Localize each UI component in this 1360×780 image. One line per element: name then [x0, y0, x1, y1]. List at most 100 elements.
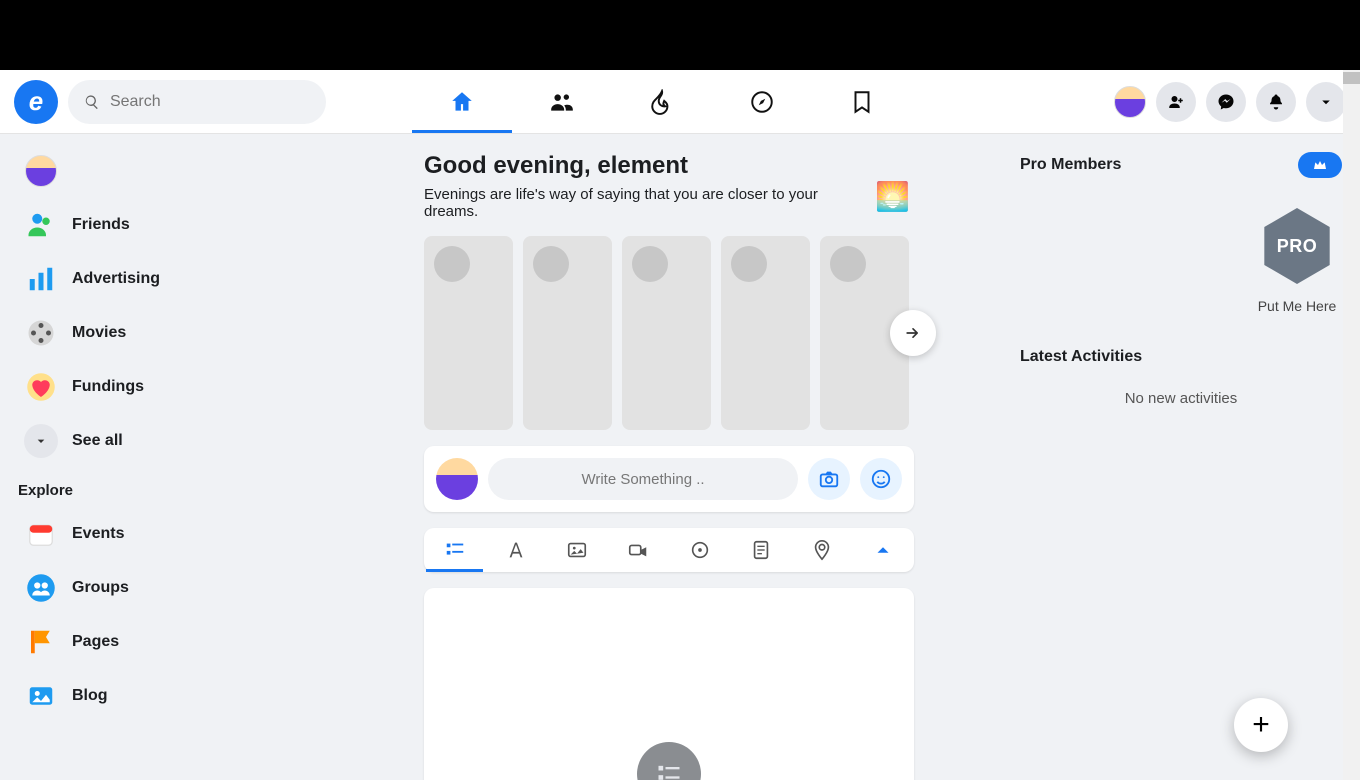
left-sidebar: Friends Advertising Movies Fundings See … [0, 134, 288, 780]
pro-members-header: Pro Members [1020, 152, 1342, 178]
bell-icon [1267, 93, 1285, 111]
chevron-up-icon [872, 539, 894, 561]
sidebar-item-label: Advertising [72, 270, 160, 288]
story-avatar [533, 246, 569, 282]
sidebar-pages[interactable]: Pages [6, 615, 282, 669]
home-icon [449, 89, 475, 115]
heart-icon [24, 370, 58, 404]
story-avatar [632, 246, 668, 282]
messages-button[interactable] [1206, 82, 1246, 122]
sidebar-movies[interactable]: Movies [6, 306, 282, 360]
video-icon [627, 539, 649, 561]
sunset-icon: 🌅 [875, 183, 910, 211]
main-nav-tabs [412, 70, 912, 133]
compass-icon [749, 89, 775, 115]
crown-icon [1312, 157, 1328, 173]
feed-tab-collapse[interactable] [853, 528, 914, 572]
chart-bars-icon [24, 262, 58, 296]
chevron-down-icon [24, 424, 58, 458]
pro-crown-badge[interactable] [1298, 152, 1342, 178]
friends-icon [24, 208, 58, 242]
people-icon [549, 89, 575, 115]
empty-list-icon [637, 742, 701, 780]
bookmark-icon [849, 89, 875, 115]
flag-icon [24, 625, 58, 659]
explore-header: Explore [0, 468, 288, 507]
list-icon [444, 539, 466, 561]
add-friend-icon [1167, 93, 1185, 111]
feed-tab-videos[interactable] [608, 528, 669, 572]
sidebar-friends[interactable]: Friends [6, 198, 282, 252]
search-input[interactable] [110, 93, 310, 111]
nav-saved[interactable] [812, 70, 912, 133]
pro-upgrade-card[interactable]: PRO Put Me Here [1252, 208, 1342, 314]
story-avatar [830, 246, 866, 282]
composer-photo-button[interactable] [808, 458, 850, 500]
feed-tab-audio[interactable] [669, 528, 730, 572]
greeting-subtitle: Evenings are life's way of saying that y… [424, 186, 875, 220]
notifications-button[interactable] [1256, 82, 1296, 122]
top-navbar: e [0, 70, 1360, 134]
app-logo[interactable]: e [14, 80, 58, 124]
sidebar-item-label: Events [72, 525, 124, 543]
post-composer: Write Something .. [424, 446, 914, 512]
sidebar-item-label: Pages [72, 633, 119, 651]
activities-empty-text: No new activities [1020, 390, 1342, 407]
search-field[interactable] [68, 80, 326, 124]
nav-people[interactable] [512, 70, 612, 133]
content-area: Friends Advertising Movies Fundings See … [0, 134, 1360, 780]
page-scrollbar[interactable] [1343, 70, 1360, 780]
feed-tab-text[interactable] [485, 528, 546, 572]
film-reel-icon [24, 316, 58, 350]
sidebar-item-label: Groups [72, 579, 129, 597]
smile-icon [870, 468, 892, 490]
sidebar-see-all[interactable]: See all [6, 414, 282, 468]
nav-explore[interactable] [712, 70, 812, 133]
composer-emoji-button[interactable] [860, 458, 902, 500]
create-fab[interactable]: + [1234, 698, 1288, 752]
composer-avatar[interactable] [436, 458, 478, 500]
sidebar-item-label: Blog [72, 687, 108, 705]
feed-column: Good evening, element Evenings are life'… [288, 134, 1020, 780]
stories-next-button[interactable] [890, 310, 936, 356]
sidebar-events[interactable]: Events [6, 507, 282, 561]
greeting-title: Good evening, element [424, 152, 875, 180]
groups-icon [24, 571, 58, 605]
story-card[interactable] [622, 236, 711, 430]
image-tab-icon [566, 539, 588, 561]
user-avatar[interactable] [1114, 86, 1146, 118]
flame-icon [649, 89, 675, 115]
plus-icon: + [1252, 708, 1270, 742]
sidebar-groups[interactable]: Groups [6, 561, 282, 615]
feed-tab-location[interactable] [792, 528, 853, 572]
story-card[interactable] [721, 236, 810, 430]
pin-icon [811, 539, 833, 561]
caret-down-icon [1317, 93, 1335, 111]
sidebar-item-label: Fundings [72, 378, 144, 396]
feed-tab-files[interactable] [730, 528, 791, 572]
sidebar-profile[interactable] [6, 144, 282, 198]
file-icon [750, 539, 772, 561]
story-card[interactable] [523, 236, 612, 430]
scrollbar-thumb[interactable] [1343, 72, 1360, 84]
sidebar-blog[interactable]: Blog [6, 669, 282, 723]
feed-tab-photos[interactable] [547, 528, 608, 572]
pro-cta-label: Put Me Here [1252, 298, 1342, 314]
story-card[interactable] [424, 236, 513, 430]
nav-home[interactable] [412, 70, 512, 133]
account-menu-button[interactable] [1306, 82, 1346, 122]
text-icon [505, 539, 527, 561]
right-sidebar: Pro Members PRO Put Me Here Latest Activ… [1020, 134, 1360, 780]
sidebar-advertising[interactable]: Advertising [6, 252, 282, 306]
composer-input[interactable]: Write Something .. [488, 458, 798, 500]
friend-requests-button[interactable] [1156, 82, 1196, 122]
stories-row [424, 236, 914, 430]
sidebar-fundings[interactable]: Fundings [6, 360, 282, 414]
disc-icon [689, 539, 711, 561]
messenger-icon [1217, 93, 1235, 111]
window-titlebar [0, 0, 1360, 70]
feed-tab-all[interactable] [424, 528, 485, 572]
topbar-right [1114, 82, 1346, 122]
sidebar-item-label: Movies [72, 324, 126, 342]
nav-trending[interactable] [612, 70, 712, 133]
